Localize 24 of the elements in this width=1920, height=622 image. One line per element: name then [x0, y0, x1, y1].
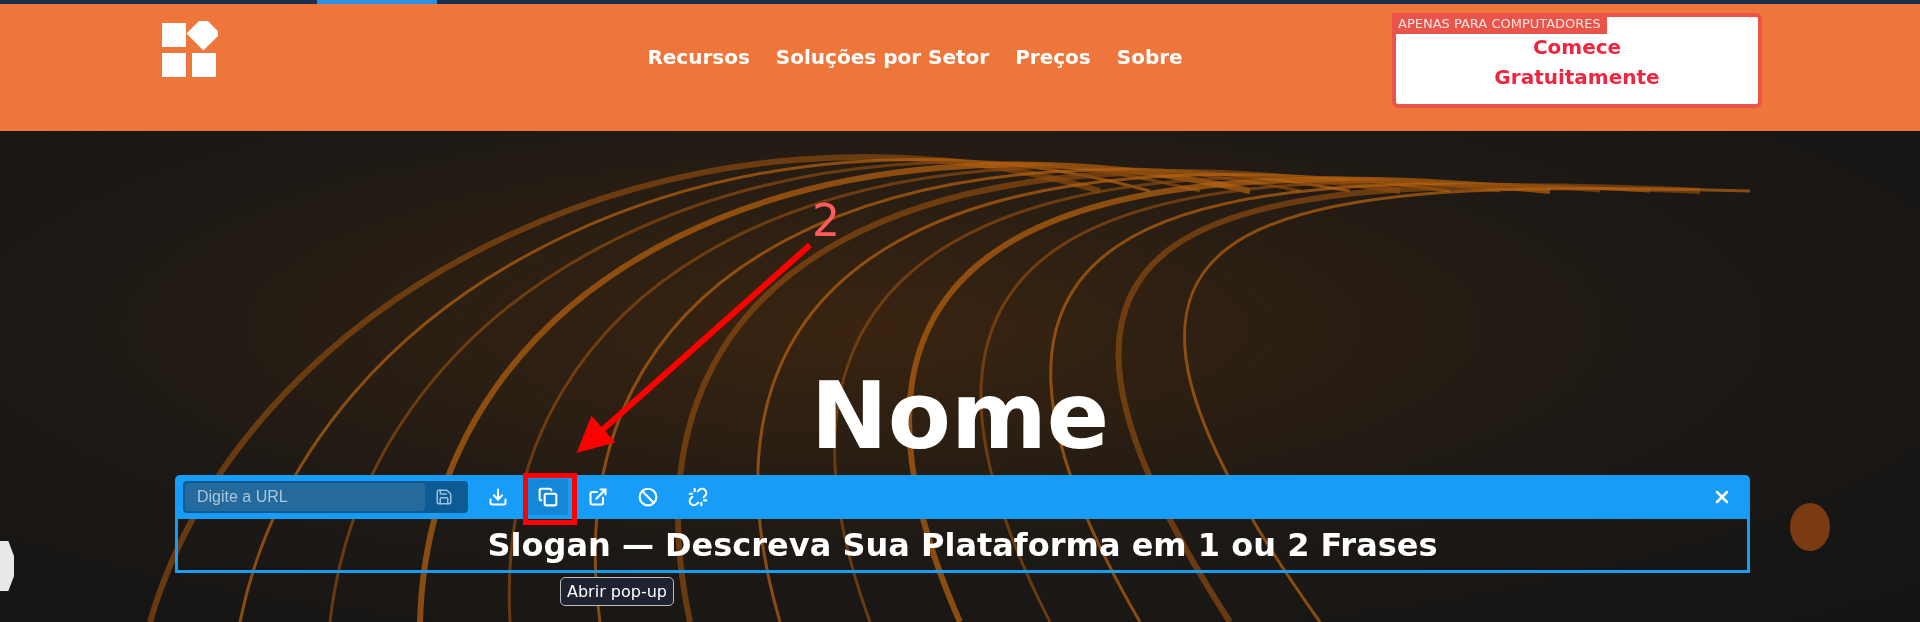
slogan-text: Slogan — Descreva Sua Plataforma em 1 ou 2 Frases: [487, 525, 1438, 564]
step-number: 2: [812, 195, 840, 246]
desktop-only-badge: APENAS PARA COMPUTADORES: [1392, 13, 1607, 34]
toolbar-button[interactable]: [528, 479, 568, 515]
nav-link[interactable]: Recursos: [647, 44, 750, 69]
block-icon: [638, 487, 658, 507]
glow-spot: [1790, 503, 1830, 551]
nav-link[interactable]: Sobre: [1116, 44, 1183, 69]
external-link-icon: [588, 487, 608, 507]
url-field[interactable]: Digite a URL: [183, 481, 468, 513]
side-tab[interactable]: [0, 541, 14, 591]
start-free-link[interactable]: Comece Gratuitamente: [1492, 32, 1662, 92]
slogan-box[interactable]: Slogan — Descreva Sua Plataforma em 1 ou 2 Frases: [175, 519, 1750, 573]
site-title: Nome: [810, 362, 1110, 472]
copy-windows-icon: [538, 487, 558, 507]
logo-icon[interactable]: [162, 20, 218, 77]
highlight-frame: [523, 473, 577, 525]
save-icon: [435, 488, 453, 506]
unlink-icon: [688, 487, 708, 507]
nav-link[interactable]: Soluções por Setor: [775, 44, 990, 69]
nav-link[interactable]: Preços: [1015, 44, 1091, 69]
tooltip: Abrir pop-up: [560, 577, 674, 606]
start-free-button[interactable]: APENAS PARA COMPUTADORES Comece Gratuitamente: [1392, 13, 1762, 108]
download-icon: [488, 487, 508, 507]
